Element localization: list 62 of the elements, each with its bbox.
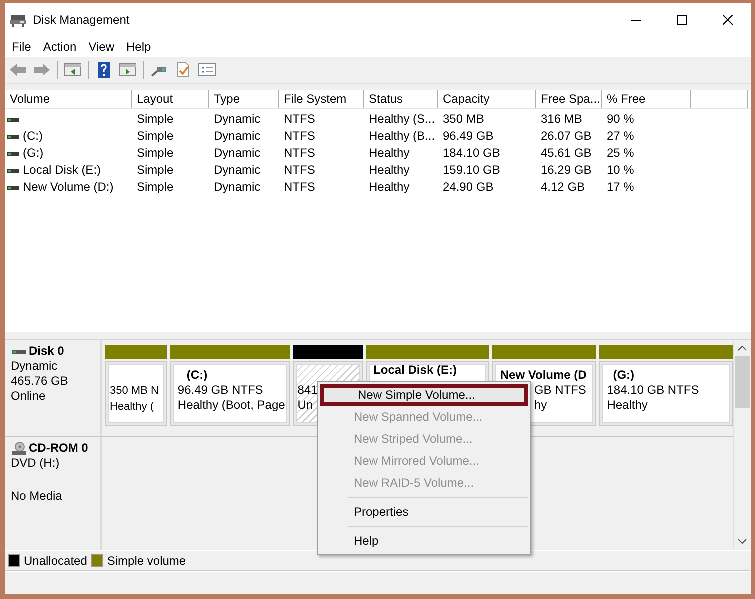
table-cell-text: Dynamic <box>213 128 262 145</box>
table-cell: New Volume (D:) <box>23 179 114 196</box>
table-cell-text: 16.29 GB <box>540 162 593 179</box>
table-cell-text: 96.49 GB <box>442 128 495 145</box>
table-cell-text: 159.10 GB <box>442 162 502 179</box>
disk-name: Disk 0 <box>29 344 64 359</box>
table-cell-text: 27 % <box>606 128 636 145</box>
table-cell-text: Healthy <box>368 162 411 179</box>
disk-status: No Media <box>11 489 64 504</box>
table-cell-text: 184.10 GB <box>442 145 502 162</box>
table-cell-text: Healthy (S... <box>368 111 436 128</box>
table-cell-text: Healthy <box>368 179 411 196</box>
partition-label: (C:) <box>186 368 209 383</box>
table-cell-text: Simple <box>136 179 175 196</box>
table-cell-text: Simple <box>136 128 175 145</box>
table-cell-text: Simple <box>136 145 175 162</box>
table-cell-text: Dynamic <box>213 145 262 162</box>
table-cell: (G:) <box>23 145 44 162</box>
table-cell-text: NTFS <box>283 128 316 145</box>
table-cell-text: Simple <box>136 111 175 128</box>
partition-info: GB NTFS <box>533 383 588 398</box>
legend-label: Unallocated <box>24 554 88 568</box>
window-title: Disk Management <box>33 12 131 26</box>
partition-info: hy <box>533 398 548 413</box>
disk-status: Online <box>11 389 47 404</box>
partition-label: New Volume (D <box>500 368 588 383</box>
table-cell-text: NTFS <box>283 111 316 128</box>
table-cell-text: 17 % <box>606 179 636 196</box>
table-cell-text: Dynamic <box>213 162 262 179</box>
table-cell: (C:) <box>23 128 43 145</box>
table-cell-text: 10 % <box>606 162 636 179</box>
partition-info: 96.49 GB NTFS <box>178 383 264 398</box>
table-cell-text: Simple <box>136 162 175 179</box>
table-cell-text: 4.12 GB <box>540 179 586 196</box>
table-cell-text: NTFS <box>283 162 316 179</box>
table-cell-text: NTFS <box>283 145 316 162</box>
table-cell-text: NTFS <box>283 179 316 196</box>
table-cell-text: 24.90 GB <box>442 179 495 196</box>
table-cell-text: 26.07 GB <box>540 128 593 145</box>
table-cell: Local Disk (E:) <box>23 162 102 179</box>
table-cell-text: 350 MB <box>442 111 486 128</box>
partition-info: 841 <box>298 383 319 398</box>
partition-info: Un <box>298 398 314 413</box>
table-cell-text: Healthy <box>368 145 411 162</box>
partition-info: Healthy <box>607 398 649 413</box>
table-cell-text: Dynamic <box>213 111 262 128</box>
table-cell-text: 90 % <box>606 111 636 128</box>
partition-label: Local Disk (E:) <box>374 365 458 378</box>
table-cell-text: 25 % <box>606 145 636 162</box>
table-cell-text: 316 MB <box>540 111 584 128</box>
disk-name: CD-ROM 0 <box>29 441 88 456</box>
legend-label: Simple volume <box>107 554 186 568</box>
disk-size: 465.76 GB <box>11 374 70 389</box>
disk-type: Dynamic <box>11 359 59 374</box>
table-cell-text: 45.61 GB <box>540 145 593 162</box>
partition-info: Healthy ( <box>110 400 156 415</box>
table-cell-text: Dynamic <box>213 179 262 196</box>
partition-info: 184.10 GB NTFS <box>607 383 700 398</box>
partition-label: (G:) <box>612 368 636 383</box>
disk-type: DVD (H:) <box>11 456 61 471</box>
partition-info: 350 MB N <box>110 384 160 399</box>
table-cell-text: Healthy (B... <box>368 128 436 145</box>
